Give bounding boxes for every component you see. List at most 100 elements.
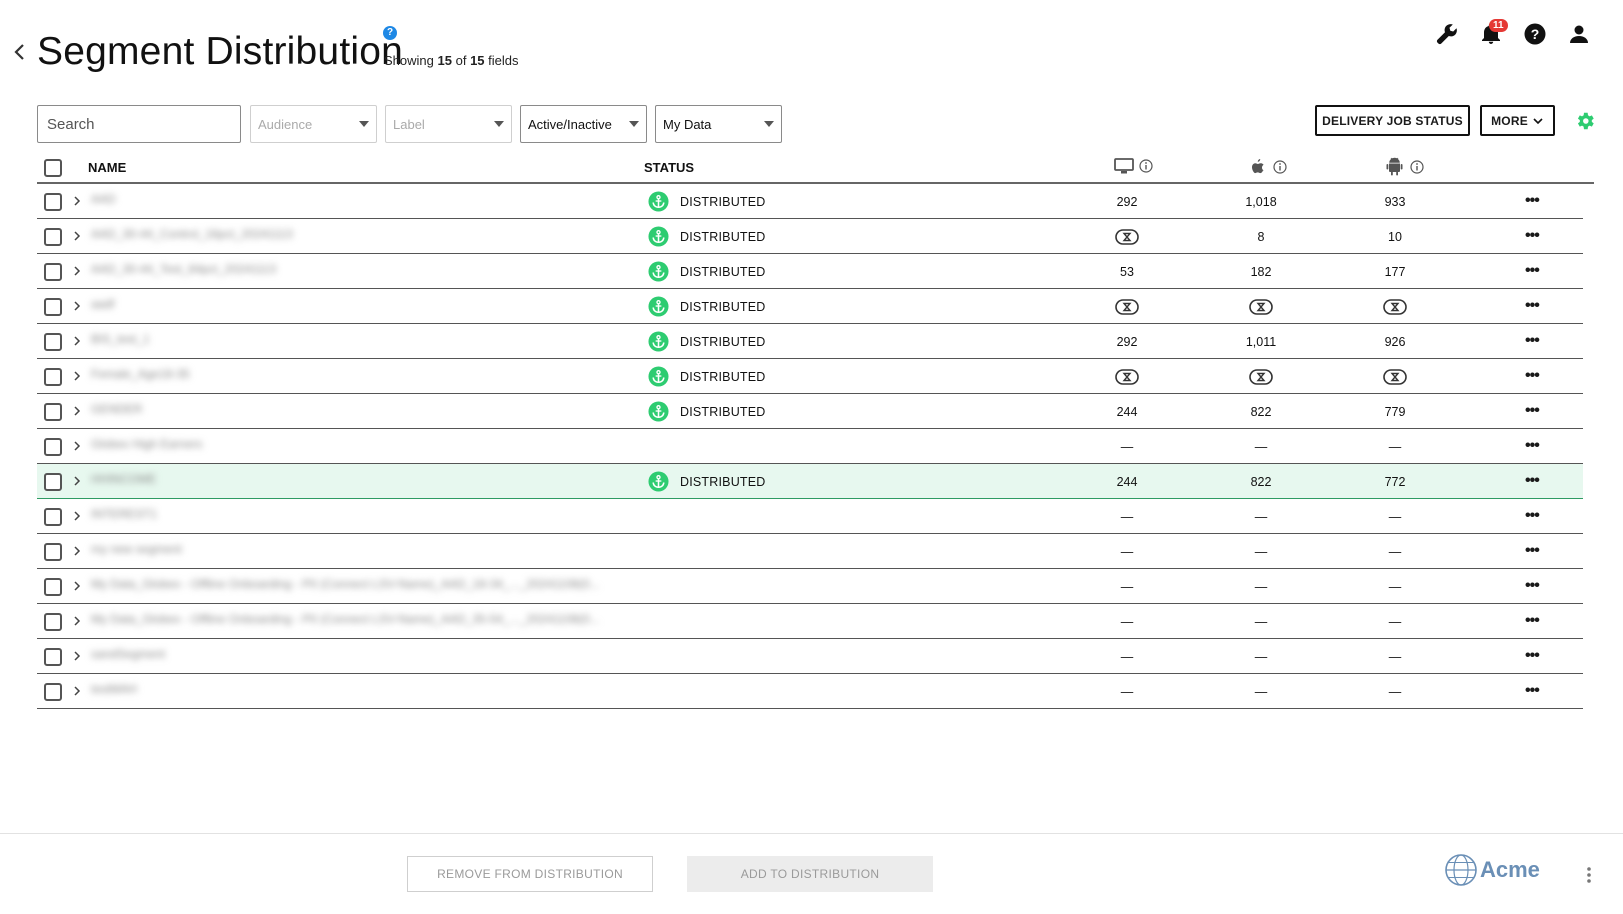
showing-total-value: 15: [470, 53, 485, 68]
row-more-menu-icon[interactable]: •••: [1525, 612, 1540, 630]
settings-gear-icon[interactable]: [1574, 110, 1596, 132]
row-checkbox[interactable]: [44, 333, 62, 351]
table-row[interactable]: my new segment — — — •••: [37, 534, 1583, 569]
row-checkbox[interactable]: [44, 613, 62, 631]
label-select[interactable]: Label: [385, 105, 512, 143]
wrench-icon[interactable]: [1435, 22, 1459, 46]
row-checkbox[interactable]: [44, 193, 62, 211]
expand-chevron-icon[interactable]: [71, 334, 83, 348]
expand-chevron-icon[interactable]: [71, 229, 83, 243]
segment-name[interactable]: Globex High Earners: [91, 437, 202, 457]
row-more-menu-icon[interactable]: •••: [1525, 682, 1540, 700]
row-more-menu-icon[interactable]: •••: [1525, 472, 1540, 490]
remove-from-distribution-button[interactable]: REMOVE FROM DISTRIBUTION: [407, 856, 653, 892]
expand-chevron-icon[interactable]: [71, 509, 83, 523]
table-row[interactable]: INTEREST1 — — — •••: [37, 499, 1583, 534]
column-header-status[interactable]: STATUS: [644, 160, 694, 175]
segment-name[interactable]: My Data_Globex - Offline Onboarding - PI…: [91, 577, 600, 597]
segment-name[interactable]: AAD_30-44_Test_84pct_20241113: [91, 262, 276, 282]
expand-chevron-icon[interactable]: [71, 264, 83, 278]
table-row[interactable]: AAD_30-44_Test_84pct_20241113 DISTRIBUTED…: [37, 254, 1583, 289]
search-input[interactable]: [37, 105, 241, 143]
segment-name[interactable]: INTEREST1: [91, 507, 157, 527]
row-checkbox[interactable]: [44, 263, 62, 281]
table-row[interactable]: aadf DISTRIBUTED •••: [37, 289, 1583, 324]
table-row[interactable]: My Data_Globex - Offline Onboarding - PI…: [37, 569, 1583, 604]
ios-count: 182: [1250, 265, 1272, 279]
my-data-select[interactable]: My Data: [655, 105, 782, 143]
notification-bell-icon[interactable]: 11: [1479, 19, 1508, 46]
expand-chevron-icon[interactable]: [71, 404, 83, 418]
row-more-menu-icon[interactable]: •••: [1525, 507, 1540, 525]
row-checkbox[interactable]: [44, 508, 62, 526]
segment-name[interactable]: AAD_30-44_Control_16pct_20241113: [91, 227, 293, 247]
segment-name[interactable]: my new segment: [91, 542, 182, 562]
row-more-menu-icon[interactable]: •••: [1525, 542, 1540, 560]
row-checkbox[interactable]: [44, 438, 62, 456]
row-more-menu-icon[interactable]: •••: [1525, 262, 1540, 280]
table-row[interactable]: AAD_30-44_Control_16pct_20241113 DISTRIBU…: [37, 219, 1583, 254]
segment-name[interactable]: HHINCOME: [91, 472, 156, 492]
select-all-checkbox[interactable]: [44, 159, 62, 177]
table-row[interactable]: BIS_test_1 DISTRIBUTED 292 1,011 926 •••: [37, 324, 1583, 359]
row-more-menu-icon[interactable]: •••: [1525, 437, 1540, 455]
row-checkbox[interactable]: [44, 578, 62, 596]
table-row[interactable]: Globex High Earners — — — •••: [37, 429, 1583, 464]
expand-chevron-icon[interactable]: [71, 579, 83, 593]
kebab-menu-icon[interactable]: [1586, 866, 1592, 884]
row-more-menu-icon[interactable]: •••: [1525, 577, 1540, 595]
row-more-menu-icon[interactable]: •••: [1525, 227, 1540, 245]
row-checkbox[interactable]: [44, 368, 62, 386]
segment-name[interactable]: My Data_Globex - Offline Onboarding - PI…: [91, 612, 600, 632]
row-checkbox[interactable]: [44, 683, 62, 701]
back-button[interactable]: [10, 40, 30, 64]
row-more-menu-icon[interactable]: •••: [1525, 647, 1540, 665]
row-more-menu-icon[interactable]: •••: [1525, 192, 1540, 210]
segment-name[interactable]: AAD: [91, 192, 116, 212]
table-row[interactable]: GENDER DISTRIBUTED 244 822 779 •••: [37, 394, 1583, 429]
expand-chevron-icon[interactable]: [71, 439, 83, 453]
segment-name[interactable]: sandSegment: [91, 647, 165, 667]
row-more-menu-icon[interactable]: •••: [1525, 297, 1540, 315]
expand-chevron-icon[interactable]: [71, 474, 83, 488]
android-count: 10: [1388, 230, 1402, 244]
expand-chevron-icon[interactable]: [71, 684, 83, 698]
table-row[interactable]: HHINCOME DISTRIBUTED 244 822 772 •••: [37, 464, 1583, 499]
showing-prefix: Showing: [384, 53, 434, 68]
column-header-name[interactable]: NAME: [88, 160, 126, 175]
audience-select[interactable]: Audience: [250, 105, 377, 143]
segment-name[interactable]: testMAH: [91, 682, 137, 702]
table-row[interactable]: Female_Age18-35 DISTRIBUTED •••: [37, 359, 1583, 394]
help-circle-icon[interactable]: ?: [1523, 22, 1547, 46]
table-row[interactable]: My Data_Globex - Offline Onboarding - PI…: [37, 604, 1583, 639]
row-checkbox[interactable]: [44, 403, 62, 421]
android-icon: [1386, 157, 1403, 176]
segment-name[interactable]: aadf: [91, 297, 114, 317]
add-to-distribution-button[interactable]: ADD TO DISTRIBUTION: [687, 856, 933, 892]
table-row[interactable]: sandSegment — — — •••: [37, 639, 1583, 674]
row-more-menu-icon[interactable]: •••: [1525, 332, 1540, 350]
more-button[interactable]: MORE: [1480, 105, 1555, 136]
active-inactive-select[interactable]: Active/Inactive: [520, 105, 647, 143]
row-more-menu-icon[interactable]: •••: [1525, 402, 1540, 420]
expand-chevron-icon[interactable]: [71, 299, 83, 313]
row-checkbox[interactable]: [44, 473, 62, 491]
expand-chevron-icon[interactable]: [71, 649, 83, 663]
row-checkbox[interactable]: [44, 228, 62, 246]
expand-chevron-icon[interactable]: [71, 369, 83, 383]
segment-name[interactable]: BIS_test_1: [91, 332, 150, 352]
help-icon[interactable]: ?: [383, 26, 397, 40]
row-checkbox[interactable]: [44, 648, 62, 666]
row-checkbox[interactable]: [44, 543, 62, 561]
expand-chevron-icon[interactable]: [71, 544, 83, 558]
delivery-job-status-button[interactable]: DELIVERY JOB STATUS: [1315, 105, 1470, 136]
row-checkbox[interactable]: [44, 298, 62, 316]
expand-chevron-icon[interactable]: [71, 614, 83, 628]
user-icon[interactable]: [1567, 22, 1591, 46]
segment-name[interactable]: GENDER: [91, 402, 142, 422]
table-row[interactable]: testMAH — — — •••: [37, 674, 1583, 709]
row-more-menu-icon[interactable]: •••: [1525, 367, 1540, 385]
table-row[interactable]: AAD DISTRIBUTED 292 1,018 933 •••: [37, 184, 1583, 219]
expand-chevron-icon[interactable]: [71, 194, 83, 208]
segment-name[interactable]: Female_Age18-35: [91, 367, 190, 387]
